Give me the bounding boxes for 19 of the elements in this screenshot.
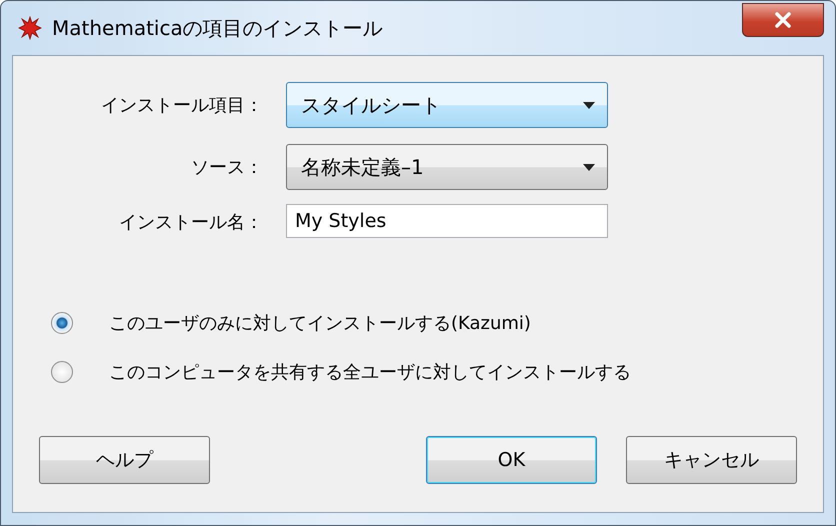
close-icon <box>773 12 793 28</box>
field-label: インストール項目： <box>100 94 263 117</box>
dropdown[interactable]: 名称未定義–1 <box>286 144 608 190</box>
window-title: Mathematicaの項目のインストール <box>52 14 383 42</box>
dialog-button[interactable]: キャンセル <box>626 436 797 484</box>
caret-icon <box>583 102 595 108</box>
field-label: インストール名： <box>118 211 263 234</box>
dropdown[interactable]: スタイルシート <box>286 82 608 128</box>
radio-button[interactable] <box>51 360 73 382</box>
star-burst-icon <box>18 16 42 40</box>
radio-button[interactable] <box>51 312 73 334</box>
dialog-button[interactable]: OK <box>426 436 597 484</box>
close-button[interactable] <box>742 3 824 37</box>
field-label: ソース： <box>190 156 263 179</box>
radio-label[interactable]: このコンピュータを共有する全ユーザに対してインストールする <box>109 360 631 384</box>
caret-icon <box>583 164 595 170</box>
dialog-button[interactable]: ヘルプ <box>39 436 210 484</box>
radio-label[interactable]: このユーザのみに対してインストールする(Kazumi) <box>109 310 531 334</box>
input-field[interactable]: My Styles <box>286 204 608 238</box>
